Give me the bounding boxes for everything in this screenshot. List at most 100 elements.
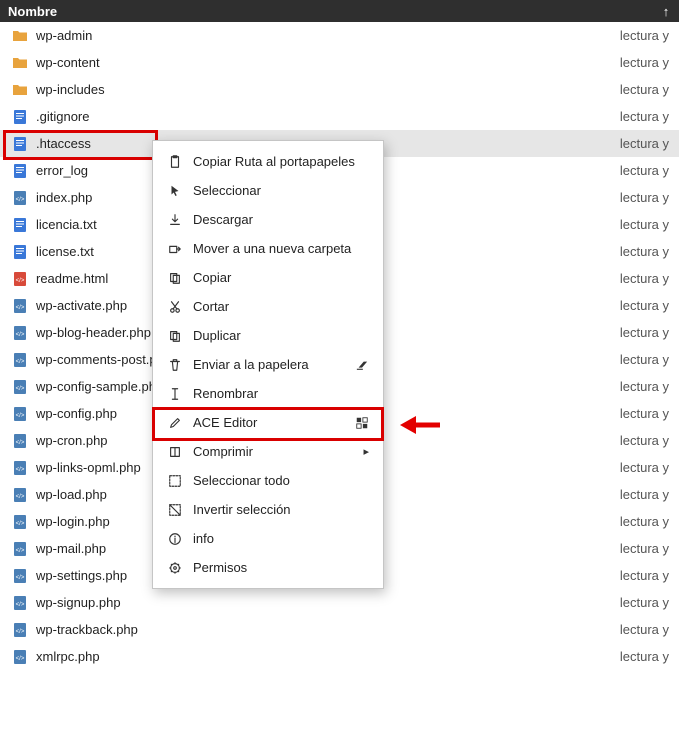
file-permissions: lectura y — [620, 379, 669, 394]
menu-item-label: ACE Editor — [193, 415, 355, 430]
menu-item-label: Seleccionar — [193, 183, 369, 198]
txt-icon — [12, 136, 28, 152]
file-permissions: lectura y — [620, 460, 669, 475]
file-permissions: lectura y — [620, 514, 669, 529]
menu-item-label: Copiar — [193, 270, 369, 285]
menu-item-label: Mover a una nueva carpeta — [193, 241, 369, 256]
rename-icon — [167, 386, 183, 402]
ace-aux-icon — [355, 416, 369, 430]
menu-item-descargar[interactable]: Descargar — [153, 205, 383, 234]
column-header[interactable]: Nombre ↑ — [0, 0, 679, 22]
menu-item-label: Copiar Ruta al portapapeles — [193, 154, 369, 169]
svg-text:</>: </> — [16, 602, 25, 608]
svg-text:</>: </> — [16, 575, 25, 581]
php-icon: </> — [12, 325, 28, 341]
menu-item-label: Invertir selección — [193, 502, 369, 517]
menu-item-comprimir[interactable]: Comprimir▸ — [153, 437, 383, 466]
menu-item-enviar-a-la-papelera[interactable]: Enviar a la papelera — [153, 350, 383, 379]
html-icon: </> — [12, 271, 28, 287]
clipboard-icon — [167, 154, 183, 170]
menu-item-duplicar[interactable]: Duplicar — [153, 321, 383, 350]
svg-text:</>: </> — [16, 548, 25, 554]
file-permissions: lectura y — [620, 568, 669, 583]
file-permissions: lectura y — [620, 55, 669, 70]
svg-text:</>: </> — [16, 413, 25, 419]
file-row[interactable]: wp-adminlectura y — [0, 22, 679, 49]
selectall-icon — [167, 473, 183, 489]
php-icon: </> — [12, 298, 28, 314]
svg-text:</>: </> — [16, 494, 25, 500]
svg-text:</>: </> — [16, 467, 25, 473]
file-row[interactable]: </>wp-trackback.phplectura y — [0, 616, 679, 643]
menu-item-label: Enviar a la papelera — [193, 357, 355, 372]
file-permissions: lectura y — [620, 163, 669, 178]
menu-item-renombrar[interactable]: Renombrar — [153, 379, 383, 408]
svg-text:</>: </> — [16, 359, 25, 365]
file-name: wp-trackback.php — [36, 622, 620, 637]
file-row[interactable]: wp-contentlectura y — [0, 49, 679, 76]
menu-item-label: Cortar — [193, 299, 369, 314]
svg-text:</>: </> — [16, 386, 25, 392]
svg-text:</>: </> — [16, 521, 25, 527]
menu-item-permisos[interactable]: Permisos — [153, 553, 383, 582]
menu-item-label: info — [193, 531, 369, 546]
info-icon — [167, 531, 183, 547]
file-permissions: lectura y — [620, 244, 669, 259]
folder-icon — [12, 55, 28, 71]
file-permissions: lectura y — [620, 325, 669, 340]
svg-text:</>: </> — [16, 440, 25, 446]
move-icon — [167, 241, 183, 257]
menu-item-label: Descargar — [193, 212, 369, 227]
php-icon: </> — [12, 352, 28, 368]
file-permissions: lectura y — [620, 109, 669, 124]
duplicate-icon — [167, 328, 183, 344]
column-header-name[interactable]: Nombre — [8, 4, 661, 19]
txt-icon — [12, 109, 28, 125]
file-row[interactable]: </> xmlrpc.phplectura y — [0, 643, 679, 670]
sort-indicator-icon[interactable]: ↑ — [661, 4, 671, 19]
menu-item-seleccionar-todo[interactable]: Seleccionar todo — [153, 466, 383, 495]
submenu-arrow-icon: ▸ — [355, 445, 369, 458]
php-icon: </> — [12, 622, 28, 638]
file-permissions: lectura y — [620, 136, 669, 151]
svg-text:</>: </> — [16, 305, 25, 311]
menu-item-cortar[interactable]: Cortar — [153, 292, 383, 321]
cursor-icon — [167, 183, 183, 199]
menu-item-label: Seleccionar todo — [193, 473, 369, 488]
php-icon: </> — [12, 487, 28, 503]
file-permissions: lectura y — [620, 649, 669, 664]
file-row[interactable]: .gitignorelectura y — [0, 103, 679, 130]
menu-item-mover-a-una-nueva-carpeta[interactable]: Mover a una nueva carpeta — [153, 234, 383, 263]
file-permissions: lectura y — [620, 487, 669, 502]
file-name: wp-signup.php — [36, 595, 620, 610]
file-row[interactable]: </> wp-signup.phplectura y — [0, 589, 679, 616]
menu-item-copiar[interactable]: Copiar — [153, 263, 383, 292]
file-name: xmlrpc.php — [36, 649, 620, 664]
menu-item-invertir-selecci-n[interactable]: Invertir selección — [153, 495, 383, 524]
edit-icon — [167, 415, 183, 431]
file-name: wp-includes — [36, 82, 620, 97]
menu-item-seleccionar[interactable]: Seleccionar — [153, 176, 383, 205]
menu-item-copiar-ruta-al-portapapeles[interactable]: Copiar Ruta al portapapeles — [153, 147, 383, 176]
txt-icon — [12, 163, 28, 179]
menu-item-label: Renombrar — [193, 386, 369, 401]
file-permissions: lectura y — [620, 595, 669, 610]
php-icon: </> — [12, 190, 28, 206]
menu-item-label: Duplicar — [193, 328, 369, 343]
file-permissions: lectura y — [620, 271, 669, 286]
context-menu: Copiar Ruta al portapapeles Seleccionar De… — [152, 140, 384, 589]
copy-icon — [167, 270, 183, 286]
menu-item-ace-editor[interactable]: ACE Editor — [153, 408, 383, 437]
file-row[interactable]: wp-includeslectura y — [0, 76, 679, 103]
php-icon: </> — [12, 514, 28, 530]
file-name: .gitignore — [36, 109, 620, 124]
menu-item-info[interactable]: info — [153, 524, 383, 553]
php-icon: </> — [12, 649, 28, 665]
svg-text:</>: </> — [16, 197, 25, 203]
cut-icon — [167, 299, 183, 315]
file-permissions: lectura y — [620, 433, 669, 448]
file-name: wp-admin — [36, 28, 620, 43]
php-icon: </> — [12, 541, 28, 557]
php-icon: </> — [12, 379, 28, 395]
php-icon: </> — [12, 433, 28, 449]
